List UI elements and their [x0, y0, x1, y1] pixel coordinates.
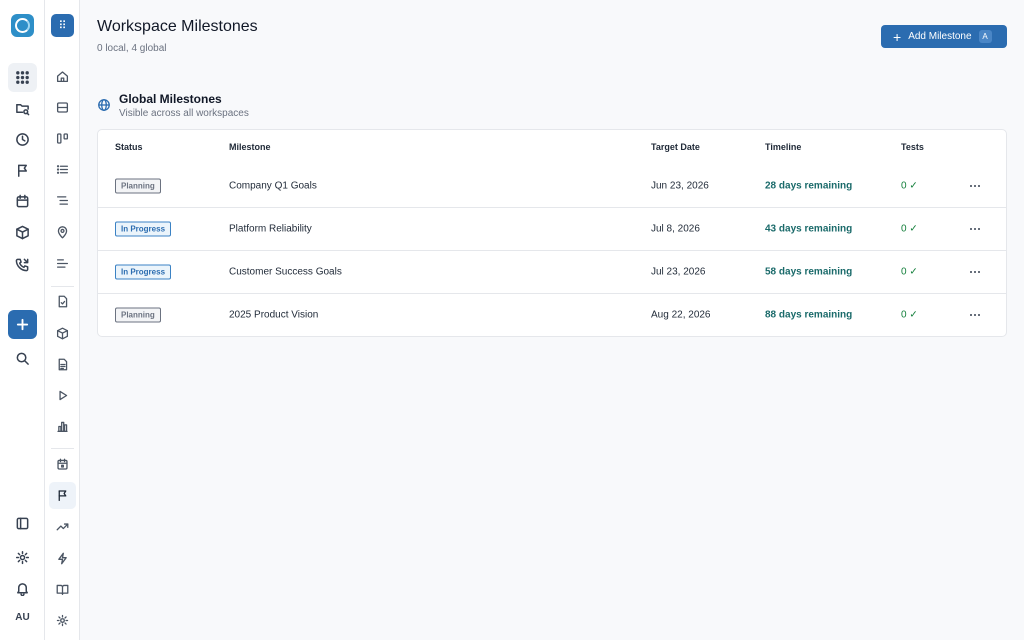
gear-icon[interactable] — [49, 607, 76, 634]
flag-icon[interactable] — [8, 156, 37, 185]
play-icon[interactable] — [49, 382, 76, 409]
milestone-name[interactable]: Company Q1 Goals — [229, 180, 317, 191]
header-status: Status — [115, 142, 143, 152]
page-title: Workspace Milestones — [97, 18, 258, 35]
status-badge: In Progress — [115, 264, 172, 280]
cube-icon[interactable] — [49, 320, 76, 347]
trending-icon[interactable] — [49, 513, 76, 540]
header-milestone: Milestone — [229, 142, 271, 152]
header-timeline: Timeline — [765, 142, 802, 152]
search-icon[interactable] — [8, 344, 37, 373]
plus-icon — [16, 318, 29, 331]
file-check-icon[interactable] — [49, 288, 76, 315]
header-tests: Tests — [901, 142, 924, 152]
secondary-sidebar: ⠿ — [45, 0, 80, 640]
bell-icon[interactable] — [8, 574, 37, 603]
tests-count: 0 ✓ — [901, 309, 918, 321]
board-icon[interactable] — [49, 125, 76, 152]
book-icon[interactable] — [49, 576, 76, 603]
tests-count: 0 ✓ — [901, 266, 918, 278]
more-icon[interactable] — [966, 263, 984, 281]
more-icon[interactable] — [966, 306, 984, 324]
table-row[interactable]: Planning 2025 Product Vision Aug 22, 202… — [98, 293, 1006, 336]
table-row[interactable]: Planning Company Q1 Goals Jun 23, 2026 2… — [98, 164, 1006, 207]
list-tree-icon[interactable] — [49, 187, 76, 214]
globe-icon — [97, 98, 111, 112]
main-content: Workspace Milestones 0 local, 4 global +… — [80, 0, 1024, 640]
calendar-icon[interactable] — [8, 187, 37, 216]
table-row[interactable]: In Progress Platform Reliability Jul 8, … — [98, 207, 1006, 250]
calendar-icon[interactable] — [49, 451, 76, 478]
target-date: Jul 23, 2026 — [651, 266, 706, 278]
more-icon[interactable] — [966, 177, 984, 195]
apps-grid-icon[interactable] — [8, 63, 37, 92]
timeline-value: 88 days remaining — [765, 309, 853, 321]
section-subtitle: Visible across all workspaces — [119, 108, 249, 119]
milestone-name[interactable]: Customer Success Goals — [229, 267, 342, 278]
timeline-value: 28 days remaining — [765, 180, 853, 191]
header-target-date: Target Date — [651, 142, 700, 152]
target-date: Aug 22, 2026 — [651, 309, 711, 321]
folder-search-icon[interactable] — [8, 94, 37, 123]
section-title: Global Milestones — [119, 92, 222, 106]
add-milestone-label: Add Milestone — [908, 31, 972, 42]
milestones-table: Status Milestone Target Date Timeline Te… — [97, 129, 1007, 337]
add-milestone-button[interactable]: + Add Milestone A — [881, 25, 1007, 48]
page-subtitle: 0 local, 4 global — [97, 43, 167, 54]
milestone-name[interactable]: 2025 Product Vision — [229, 310, 318, 321]
table-header: Status Milestone Target Date Timeline Te… — [98, 130, 1006, 164]
home-icon[interactable] — [49, 63, 76, 90]
timeline-value: 58 days remaining — [765, 266, 853, 278]
list-icon[interactable] — [49, 156, 76, 183]
create-button[interactable] — [8, 310, 37, 339]
document-icon[interactable] — [49, 351, 76, 378]
package-icon[interactable] — [8, 218, 37, 247]
tests-count: 0 ✓ — [901, 180, 918, 191]
flag-icon[interactable] — [49, 482, 76, 509]
grip-icon[interactable]: ⠿ — [51, 14, 74, 37]
panel-icon[interactable] — [8, 509, 37, 538]
clock-icon[interactable] — [8, 125, 37, 154]
status-badge: In Progress — [115, 221, 172, 237]
bar-chart-icon[interactable] — [49, 413, 76, 440]
target-date: Jun 23, 2026 — [651, 180, 709, 191]
more-icon[interactable] — [966, 220, 984, 238]
status-badge: Planning — [115, 178, 161, 193]
map-pin-icon[interactable] — [49, 219, 76, 246]
layout-icon[interactable] — [49, 94, 76, 121]
status-badge: Planning — [115, 307, 161, 323]
primary-rail: AU — [0, 0, 45, 640]
shortcut-key: A — [978, 30, 992, 43]
tests-count: 0 ✓ — [901, 223, 918, 235]
lightning-icon[interactable] — [49, 545, 76, 572]
align-icon[interactable] — [49, 250, 76, 277]
timeline-value: 43 days remaining — [765, 223, 853, 235]
gear-icon[interactable] — [8, 543, 37, 572]
phone-icon[interactable] — [8, 250, 37, 279]
user-avatar[interactable]: AU — [8, 608, 37, 626]
table-row[interactable]: In Progress Customer Success Goals Jul 2… — [98, 250, 1006, 293]
milestone-name[interactable]: Platform Reliability — [229, 224, 312, 235]
sidebar-divider — [51, 286, 74, 287]
app-logo[interactable] — [11, 14, 34, 37]
plus-icon: + — [893, 28, 902, 45]
target-date: Jul 8, 2026 — [651, 223, 700, 235]
sidebar-divider — [51, 448, 74, 449]
